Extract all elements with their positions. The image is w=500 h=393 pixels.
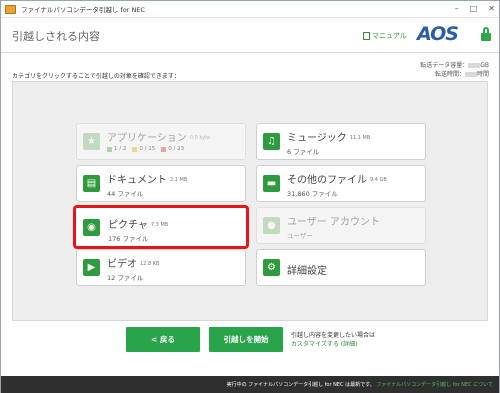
aos-logo: AOS: [417, 23, 459, 45]
tile-size: 0.0 kyte: [189, 135, 211, 141]
tile-title: ユーザー アカウント: [287, 217, 380, 228]
capacity-label: 転送データ容量：: [420, 62, 469, 69]
tile-title: アプリケーション: [107, 133, 187, 144]
gear-icon: ⚙: [263, 259, 280, 276]
camera-icon: ◉: [83, 219, 100, 236]
time-unit: 時間: [476, 71, 489, 78]
tile-subtitle: 6 ファイル: [287, 148, 320, 156]
tile-user-accounts[interactable]: ● ユーザー アカウント ユーザー: [256, 207, 426, 244]
start-migration-button[interactable]: 引越しを開始: [209, 327, 283, 352]
customize-note: 引越し内容を変更したい場合は カスタマイズする (詳細): [291, 331, 375, 349]
customize-link[interactable]: カスタマイズする (詳細): [291, 340, 375, 349]
chip-partial: 0 / 15: [139, 146, 156, 152]
tile-title: ビデオ: [107, 259, 137, 270]
tile-size: 2.1 MB: [170, 177, 188, 183]
tile-size: 7.3 MB: [150, 222, 169, 228]
tile-size: 9.4 GB: [370, 177, 387, 183]
tile-advanced-settings[interactable]: ⚙ 詳細設定: [256, 249, 426, 286]
user-icon: ●: [263, 217, 280, 234]
status-footer: 実行中の ファイナルパソコンデータ引越し for NEC は最新です。 ファイナ…: [1, 376, 499, 393]
tile-other-files[interactable]: ▬ その他のファイル 9.4 GB 31,860 ファイル: [256, 165, 426, 202]
tile-title: 詳細設定: [287, 266, 327, 277]
footer-status-text: 実行中の ファイナルパソコンデータ引越し for NEC は最新です。: [226, 382, 375, 388]
capacity-unit: GB: [480, 62, 489, 69]
tile-subtitle: ユーザー: [287, 232, 313, 240]
maximize-icon[interactable]: □: [470, 4, 478, 14]
app-icon: [5, 4, 16, 14]
tile-videos[interactable]: ▶ ビデオ 12.8 KB 12 ファイル: [76, 249, 246, 286]
back-button[interactable]: < 戻る: [126, 327, 200, 352]
close-icon[interactable]: ✕: [488, 4, 495, 14]
book-icon: [363, 32, 370, 40]
tile-subtitle: 12 ファイル: [107, 274, 144, 282]
manual-label: マニュアル: [372, 32, 407, 40]
music-note-icon: ♫: [263, 133, 280, 150]
page-title: 引越しされる内容: [12, 30, 100, 43]
page-header: 引越しされる内容 マニュアル AOS: [1, 19, 499, 53]
title-bar: ファイナルパソコンデータ引越し for NEC – □ ✕: [1, 1, 499, 18]
manual-link[interactable]: マニュアル: [363, 31, 407, 41]
tile-title: その他のファイル: [287, 175, 367, 186]
transfer-stats: 転送データ容量： GB 転送時間： 時間: [420, 61, 489, 79]
tile-size: 12.8 KB: [140, 261, 160, 267]
tile-title: ミュージック: [287, 133, 347, 144]
chip-installed: 1 / 2: [114, 146, 127, 152]
tile-applications[interactable]: ★ アプリケーション 0.0 kyte 1 / 2 0 / 15 0 / 23: [76, 123, 246, 160]
tile-title: ドキュメント: [107, 175, 167, 186]
time-label: 転送時間：: [434, 71, 465, 78]
tile-documents[interactable]: ▤ ドキュメント 2.1 MB 44 ファイル: [76, 165, 246, 202]
star-icon: ★: [83, 133, 100, 150]
minimize-icon[interactable]: –: [455, 4, 459, 14]
category-panel: ★ アプリケーション 0.0 kyte 1 / 2 0 / 15 0 / 23 ♫…: [12, 81, 488, 321]
document-icon: ▤: [83, 175, 100, 192]
app-window: ファイナルパソコンデータ引越し for NEC – □ ✕ 引越しされる内容 マ…: [0, 0, 500, 393]
tile-music[interactable]: ♫ ミュージック 11.1 MB 6 ファイル: [256, 123, 426, 160]
folder-icon: ▬: [263, 175, 280, 192]
tile-subtitle: 44 ファイル: [107, 190, 144, 198]
chip-unsupported: 0 / 23: [168, 146, 185, 152]
window-controls: – □ ✕: [455, 4, 495, 14]
lock-icon: [481, 27, 491, 41]
tile-title: ピクチャ: [108, 220, 148, 231]
customize-note-text: 引越し内容を変更したい場合は: [291, 332, 376, 339]
tile-pictures[interactable]: ◉ ピクチャ 7.3 MB 176 ファイル: [73, 205, 249, 249]
about-link[interactable]: ファイナルパソコンデータ引越し for NEC について: [376, 382, 493, 388]
tile-subtitle: 176 ファイル: [108, 235, 149, 243]
play-icon: ▶: [83, 259, 100, 276]
tile-subtitle: 31,860 ファイル: [287, 190, 338, 198]
app-count-chips: 1 / 2 0 / 15 0 / 23: [107, 146, 184, 152]
window-title: ファイナルパソコンデータ引越し for NEC: [21, 6, 145, 14]
tile-size: 11.1 MB: [349, 135, 371, 141]
instruction-text: カテゴリをクリックすることで引越しの対象を確認できます：: [12, 73, 180, 80]
